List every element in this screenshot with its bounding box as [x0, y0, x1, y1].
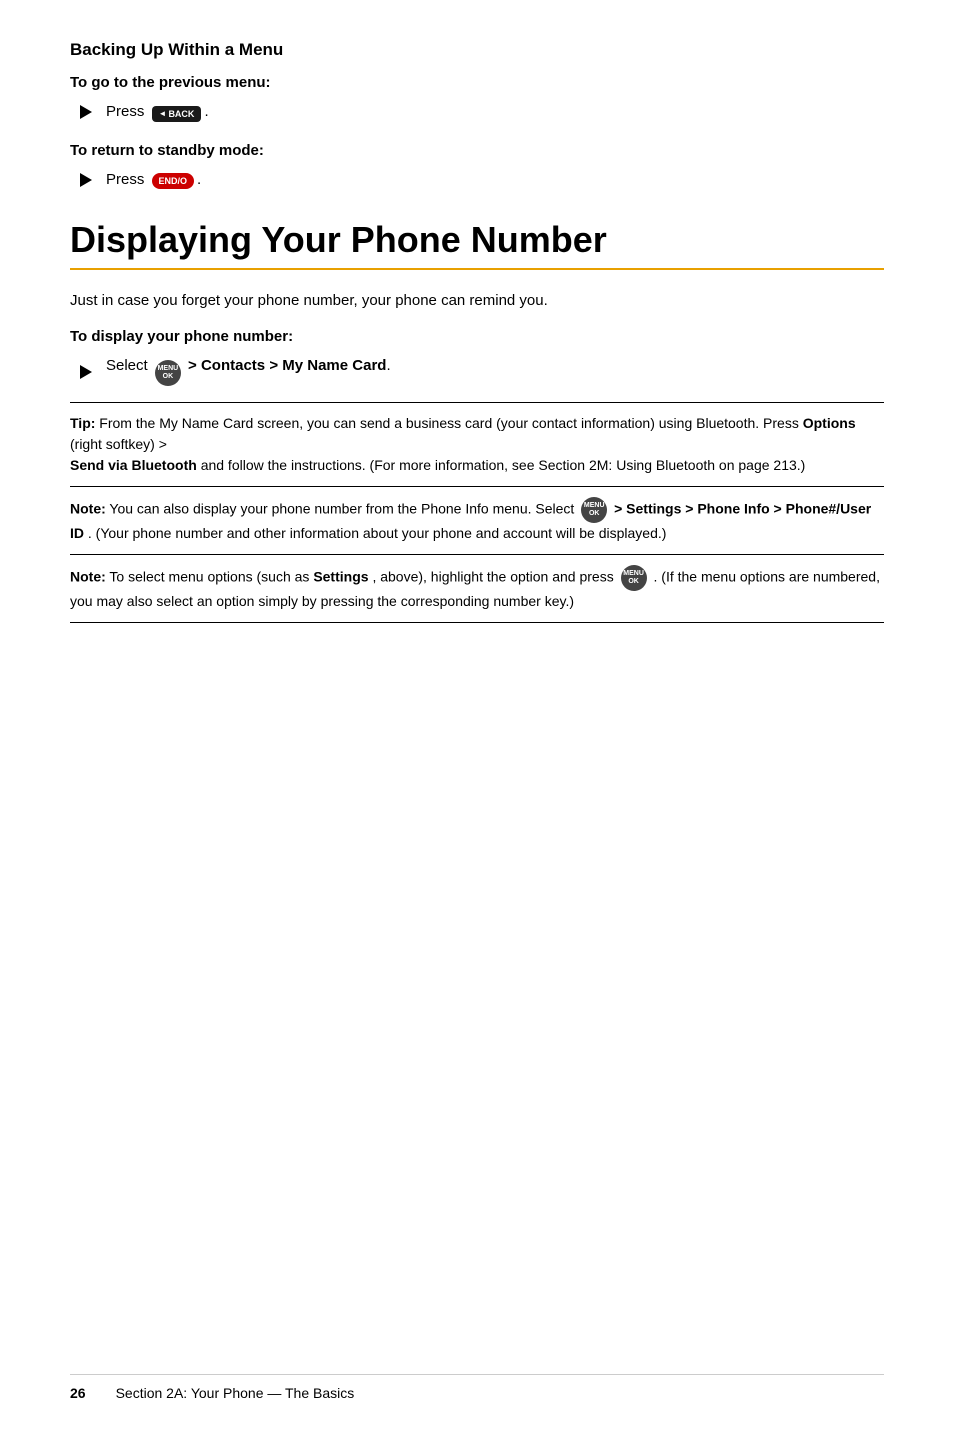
- back-key-badge: BACK: [152, 106, 202, 122]
- note-box-2: Note: To select menu options (such as Se…: [70, 555, 884, 623]
- back-key-text: Press BACK.: [106, 103, 209, 122]
- display-label: To display your phone number:: [70, 328, 884, 345]
- note-2-label: Note:: [70, 569, 106, 585]
- select-row: Select MENUOK > Contacts > My Name Card.: [80, 357, 884, 386]
- section-divider: [70, 268, 884, 270]
- page-container: Backing Up Within a Menu To go to the pr…: [0, 0, 954, 1431]
- tip-send-suffix: and follow the instructions. (For more i…: [201, 457, 806, 473]
- endo-key-badge: END/O: [152, 173, 195, 189]
- note-1-menu-key: MENUOK: [581, 497, 607, 523]
- main-section-title: Displaying Your Phone Number: [70, 219, 884, 260]
- note-2-text-before: To select menu options (such as: [109, 569, 309, 585]
- top-section: Backing Up Within a Menu To go to the pr…: [70, 40, 884, 189]
- endo-key-text: Press END/O.: [106, 171, 201, 189]
- standby-label: To return to standby mode:: [70, 142, 884, 159]
- bullet-arrow-icon-3: [80, 365, 92, 379]
- note-1-text-before: You can also display your phone number f…: [109, 501, 574, 517]
- tip-text-before: From the My Name Card screen, you can se…: [99, 415, 799, 431]
- note-1-label: Note:: [70, 501, 106, 517]
- bullet-arrow-icon: [80, 105, 92, 119]
- prev-menu-label: To go to the previous menu:: [70, 74, 884, 91]
- select-text: Select MENUOK > Contacts > My Name Card.: [106, 357, 391, 386]
- tip-options-label: Options: [803, 415, 856, 431]
- tip-label: Tip:: [70, 415, 95, 431]
- menu-key-badge: MENUOK: [155, 360, 181, 386]
- body-text: Just in case you forget your phone numbe…: [70, 290, 884, 313]
- note-2-text-middle: , above), highlight the option and press: [372, 569, 613, 585]
- main-section: Displaying Your Phone Number Just in cas…: [70, 219, 884, 387]
- page-number: 26: [70, 1385, 86, 1401]
- bullet-arrow-icon-2: [80, 173, 92, 187]
- tip-options-suffix: (right softkey) >: [70, 436, 167, 452]
- page-footer: 26 Section 2A: Your Phone — The Basics: [70, 1374, 884, 1401]
- note-box-1: Note: You can also display your phone nu…: [70, 487, 884, 555]
- tip-box: Tip: From the My Name Card screen, you c…: [70, 402, 884, 487]
- contacts-path: > Contacts > My Name Card: [188, 357, 386, 374]
- note-1-text-after: . (Your phone number and other informati…: [88, 525, 667, 541]
- section-title: Backing Up Within a Menu: [70, 40, 884, 60]
- footer-section-label: Section 2A: Your Phone — The Basics: [116, 1385, 355, 1401]
- back-key-instruction: Press BACK.: [80, 103, 884, 122]
- note-2-menu-key: MENUOK: [621, 565, 647, 591]
- tip-send-label: Send via Bluetooth: [70, 457, 197, 473]
- note-2-settings-label: Settings: [313, 569, 368, 585]
- endo-key-instruction: Press END/O.: [80, 171, 884, 189]
